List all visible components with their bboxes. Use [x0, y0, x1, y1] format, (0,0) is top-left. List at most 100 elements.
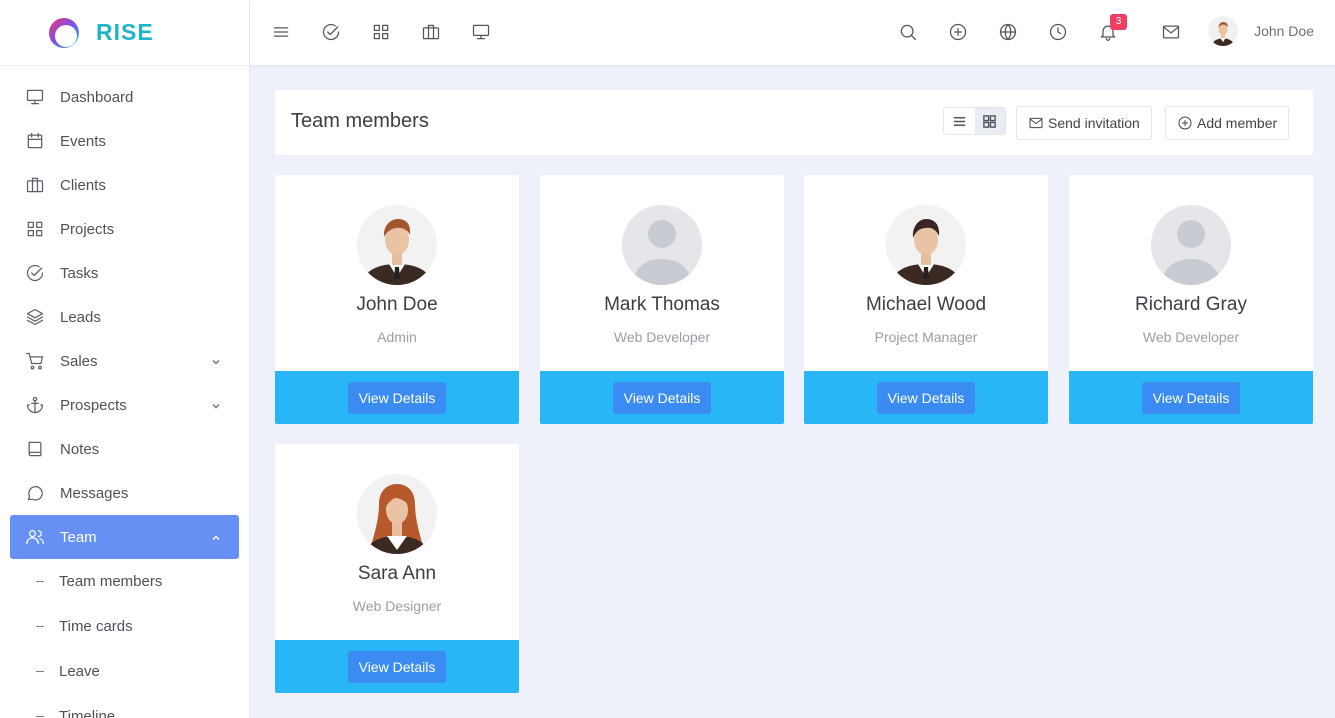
layers-icon [24, 306, 46, 328]
card-footer: View Details [540, 371, 784, 424]
mail-icon [1029, 117, 1043, 129]
sidebar-subitem-label: Timeline [59, 708, 116, 718]
sidebar: RISE Dashboard Events Clients Projects T… [0, 0, 250, 718]
globe-icon[interactable] [997, 21, 1019, 43]
sidebar-item-sales[interactable]: Sales [0, 339, 239, 383]
bell-icon[interactable]: 3 [1097, 14, 1127, 43]
sidebar-item-label: Prospects [60, 396, 127, 414]
member-role: Web Designer [352, 598, 442, 614]
sidebar-item-label: Sales [60, 352, 98, 370]
sidebar-item-label: Team [60, 528, 97, 546]
sidebar-nav: Dashboard Events Clients Projects Tasks … [0, 66, 249, 718]
anchor-icon [24, 394, 46, 416]
list-view-icon[interactable] [944, 108, 975, 134]
member-name: Richard Gray [1135, 294, 1247, 315]
send-invitation-button[interactable]: Send invitation [1016, 106, 1152, 140]
member-card: Richard Gray Web Developer View Details [1069, 175, 1313, 424]
sidebar-item-label: Notes [60, 440, 100, 458]
member-name: Mark Thomas [604, 294, 720, 315]
view-details-button[interactable]: View Details [876, 381, 976, 414]
card-footer: View Details [275, 640, 519, 693]
brand[interactable]: RISE [0, 0, 249, 66]
sidebar-item-label: Events [60, 132, 106, 150]
sidebar-item-notes[interactable]: Notes [0, 427, 239, 471]
dash-icon [36, 626, 44, 627]
sidebar-item-events[interactable]: Events [0, 119, 239, 163]
view-details-button[interactable]: View Details [347, 381, 447, 414]
member-role: Web Developer [1142, 329, 1240, 345]
menu-icon[interactable] [270, 21, 292, 43]
card-footer: View Details [804, 371, 1048, 424]
sidebar-item-label: Clients [60, 176, 106, 194]
sidebar-item-clients[interactable]: Clients [0, 163, 239, 207]
view-details-button[interactable]: View Details [1141, 381, 1241, 414]
view-toggle [943, 107, 1006, 135]
briefcase-icon [24, 174, 46, 196]
mail-icon[interactable] [1160, 21, 1182, 43]
member-name: John Doe [356, 294, 438, 315]
sidebar-item-tasks[interactable]: Tasks [0, 251, 239, 295]
member-card: Sara Ann Web Designer View Details [275, 444, 519, 693]
cart-icon [24, 350, 46, 372]
add-member-button[interactable]: Add member [1165, 106, 1290, 140]
brand-name: RISE [96, 19, 154, 45]
sidebar-subitem-leave[interactable]: Leave [0, 649, 249, 694]
briefcase-icon[interactable] [420, 21, 442, 43]
topbar: 3 John Doe [250, 0, 1335, 66]
avatar-placeholder [1151, 205, 1231, 285]
clock-icon[interactable] [1047, 21, 1069, 43]
member-card: Michael Wood Project Manager View Detail… [804, 175, 1048, 424]
user-name: John Doe [1254, 23, 1314, 39]
page-header: Team members Send invitation Add member [275, 90, 1313, 155]
sidebar-subitem-time-cards[interactable]: Time cards [0, 604, 249, 649]
view-details-button[interactable]: View Details [612, 381, 712, 414]
member-role: Admin [377, 329, 417, 345]
grid-icon [24, 218, 46, 240]
sidebar-item-dashboard[interactable]: Dashboard [0, 75, 239, 119]
sidebar-item-projects[interactable]: Projects [0, 207, 239, 251]
users-icon [24, 526, 46, 548]
avatar-placeholder [622, 205, 702, 285]
plus-circle-icon[interactable] [947, 21, 969, 43]
sidebar-item-label: Leads [60, 308, 101, 326]
member-card: John Doe Admin View Details [275, 175, 519, 424]
sidebar-item-messages[interactable]: Messages [0, 471, 239, 515]
calendar-icon [24, 130, 46, 152]
view-details-button[interactable]: View Details [347, 650, 447, 683]
monitor-icon[interactable] [470, 21, 492, 43]
member-name: Michael Wood [865, 294, 987, 315]
grid-icon[interactable] [370, 21, 392, 43]
sidebar-subitem-team-members[interactable]: Team members [0, 559, 249, 604]
grid-view-icon[interactable] [974, 108, 1005, 134]
chevron-up-icon[interactable] [211, 530, 221, 541]
check-circle-icon [24, 262, 46, 284]
card-footer: View Details [1069, 371, 1313, 424]
notification-badge: 3 [1110, 14, 1127, 30]
member-role: Web Developer [613, 329, 711, 345]
chevron-down-icon[interactable] [211, 354, 221, 365]
dash-icon [36, 716, 44, 717]
sidebar-subitem-label: Time cards [59, 618, 133, 635]
rise-logo-icon [48, 17, 80, 49]
check-circle-icon[interactable] [320, 21, 342, 43]
member-card: Mark Thomas Web Developer View Details [540, 175, 784, 424]
sidebar-subitem-timeline[interactable]: Timeline [0, 694, 249, 718]
avatar [357, 205, 437, 285]
page-title: Team members [291, 110, 429, 132]
book-icon [24, 438, 46, 460]
search-icon[interactable] [897, 21, 919, 43]
avatar [1208, 16, 1239, 46]
sidebar-subitem-label: Leave [59, 663, 100, 680]
user-menu[interactable]: John Doe [1208, 16, 1314, 46]
sidebar-item-team[interactable]: Team [10, 515, 239, 559]
send-invitation-label: Send invitation [1048, 115, 1140, 131]
monitor-icon [24, 86, 46, 108]
message-icon [24, 482, 46, 504]
sidebar-item-label: Dashboard [60, 88, 134, 106]
sidebar-item-prospects[interactable]: Prospects [0, 383, 239, 427]
chevron-down-icon[interactable] [211, 398, 221, 409]
add-member-label: Add member [1197, 115, 1278, 131]
plus-circle-icon [1178, 116, 1192, 130]
sidebar-item-leads[interactable]: Leads [0, 295, 239, 339]
sidebar-item-label: Tasks [60, 264, 99, 282]
